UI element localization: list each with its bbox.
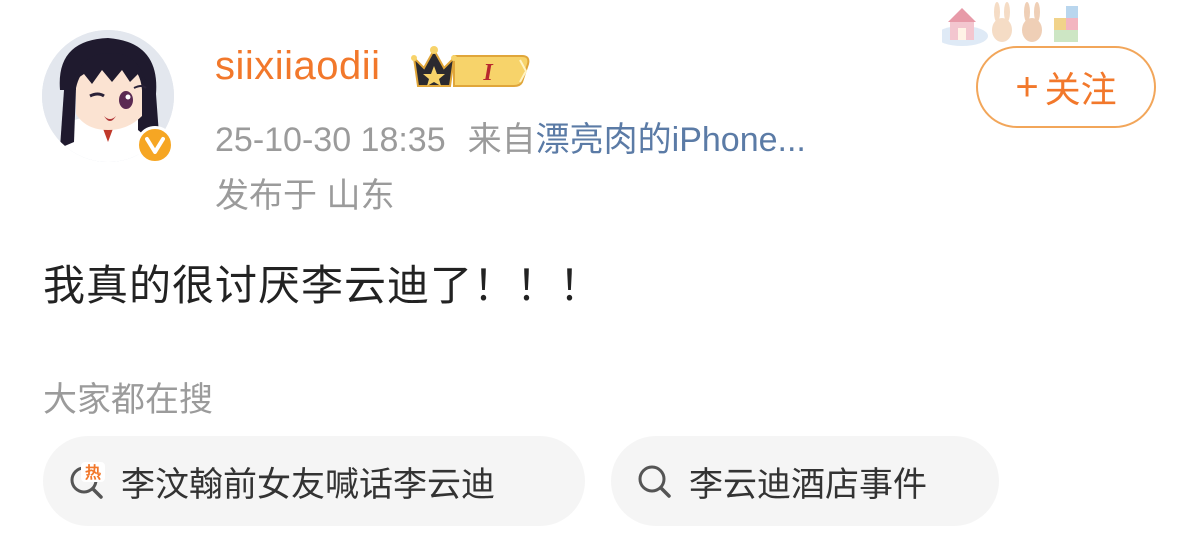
post-meta: 25-10-30 18:35 来自漂亮肉的iPhone... [215, 112, 806, 161]
search-chip-label: 李汶翰前女友喊话李云迪 [121, 465, 495, 504]
plus-icon: + [1015, 65, 1039, 109]
vip-level-badge-icon[interactable]: I [410, 44, 530, 94]
search-section-label: 大家都在搜 [43, 381, 213, 419]
search-chip[interactable]: 李云迪酒店事件 [611, 436, 999, 526]
verified-badge-icon [136, 126, 174, 164]
search-chip-hot[interactable]: 热 李汶翰前女友喊话李云迪 [43, 436, 585, 526]
search-icon [638, 465, 671, 498]
avatar[interactable] [42, 30, 174, 164]
follow-button[interactable]: + 关注 [976, 46, 1156, 128]
source-prefix: 来自 [467, 121, 536, 159]
follow-button-label: 关注 [1044, 69, 1117, 110]
decoration-illustration-icon [942, 2, 1078, 46]
post-text: 我真的很讨厌李云迪了！！！ [43, 262, 603, 309]
hot-icon-label: 热 [85, 463, 101, 482]
search-chip-label: 李云迪酒店事件 [689, 465, 927, 504]
post-time: 25-10-30 18:35 [215, 121, 446, 159]
post-location: 发布于 山东 [215, 177, 395, 215]
source-link[interactable]: 漂亮肉的iPhone... [536, 121, 806, 159]
post-header: siixiiaodii I 25-10-30 18:35 来自漂亮肉的iPhone… [0, 0, 1200, 230]
vip-level-label: I [482, 60, 494, 86]
username[interactable]: siixiiaodii [215, 44, 381, 89]
hot-search-icon: 热 [70, 462, 105, 499]
